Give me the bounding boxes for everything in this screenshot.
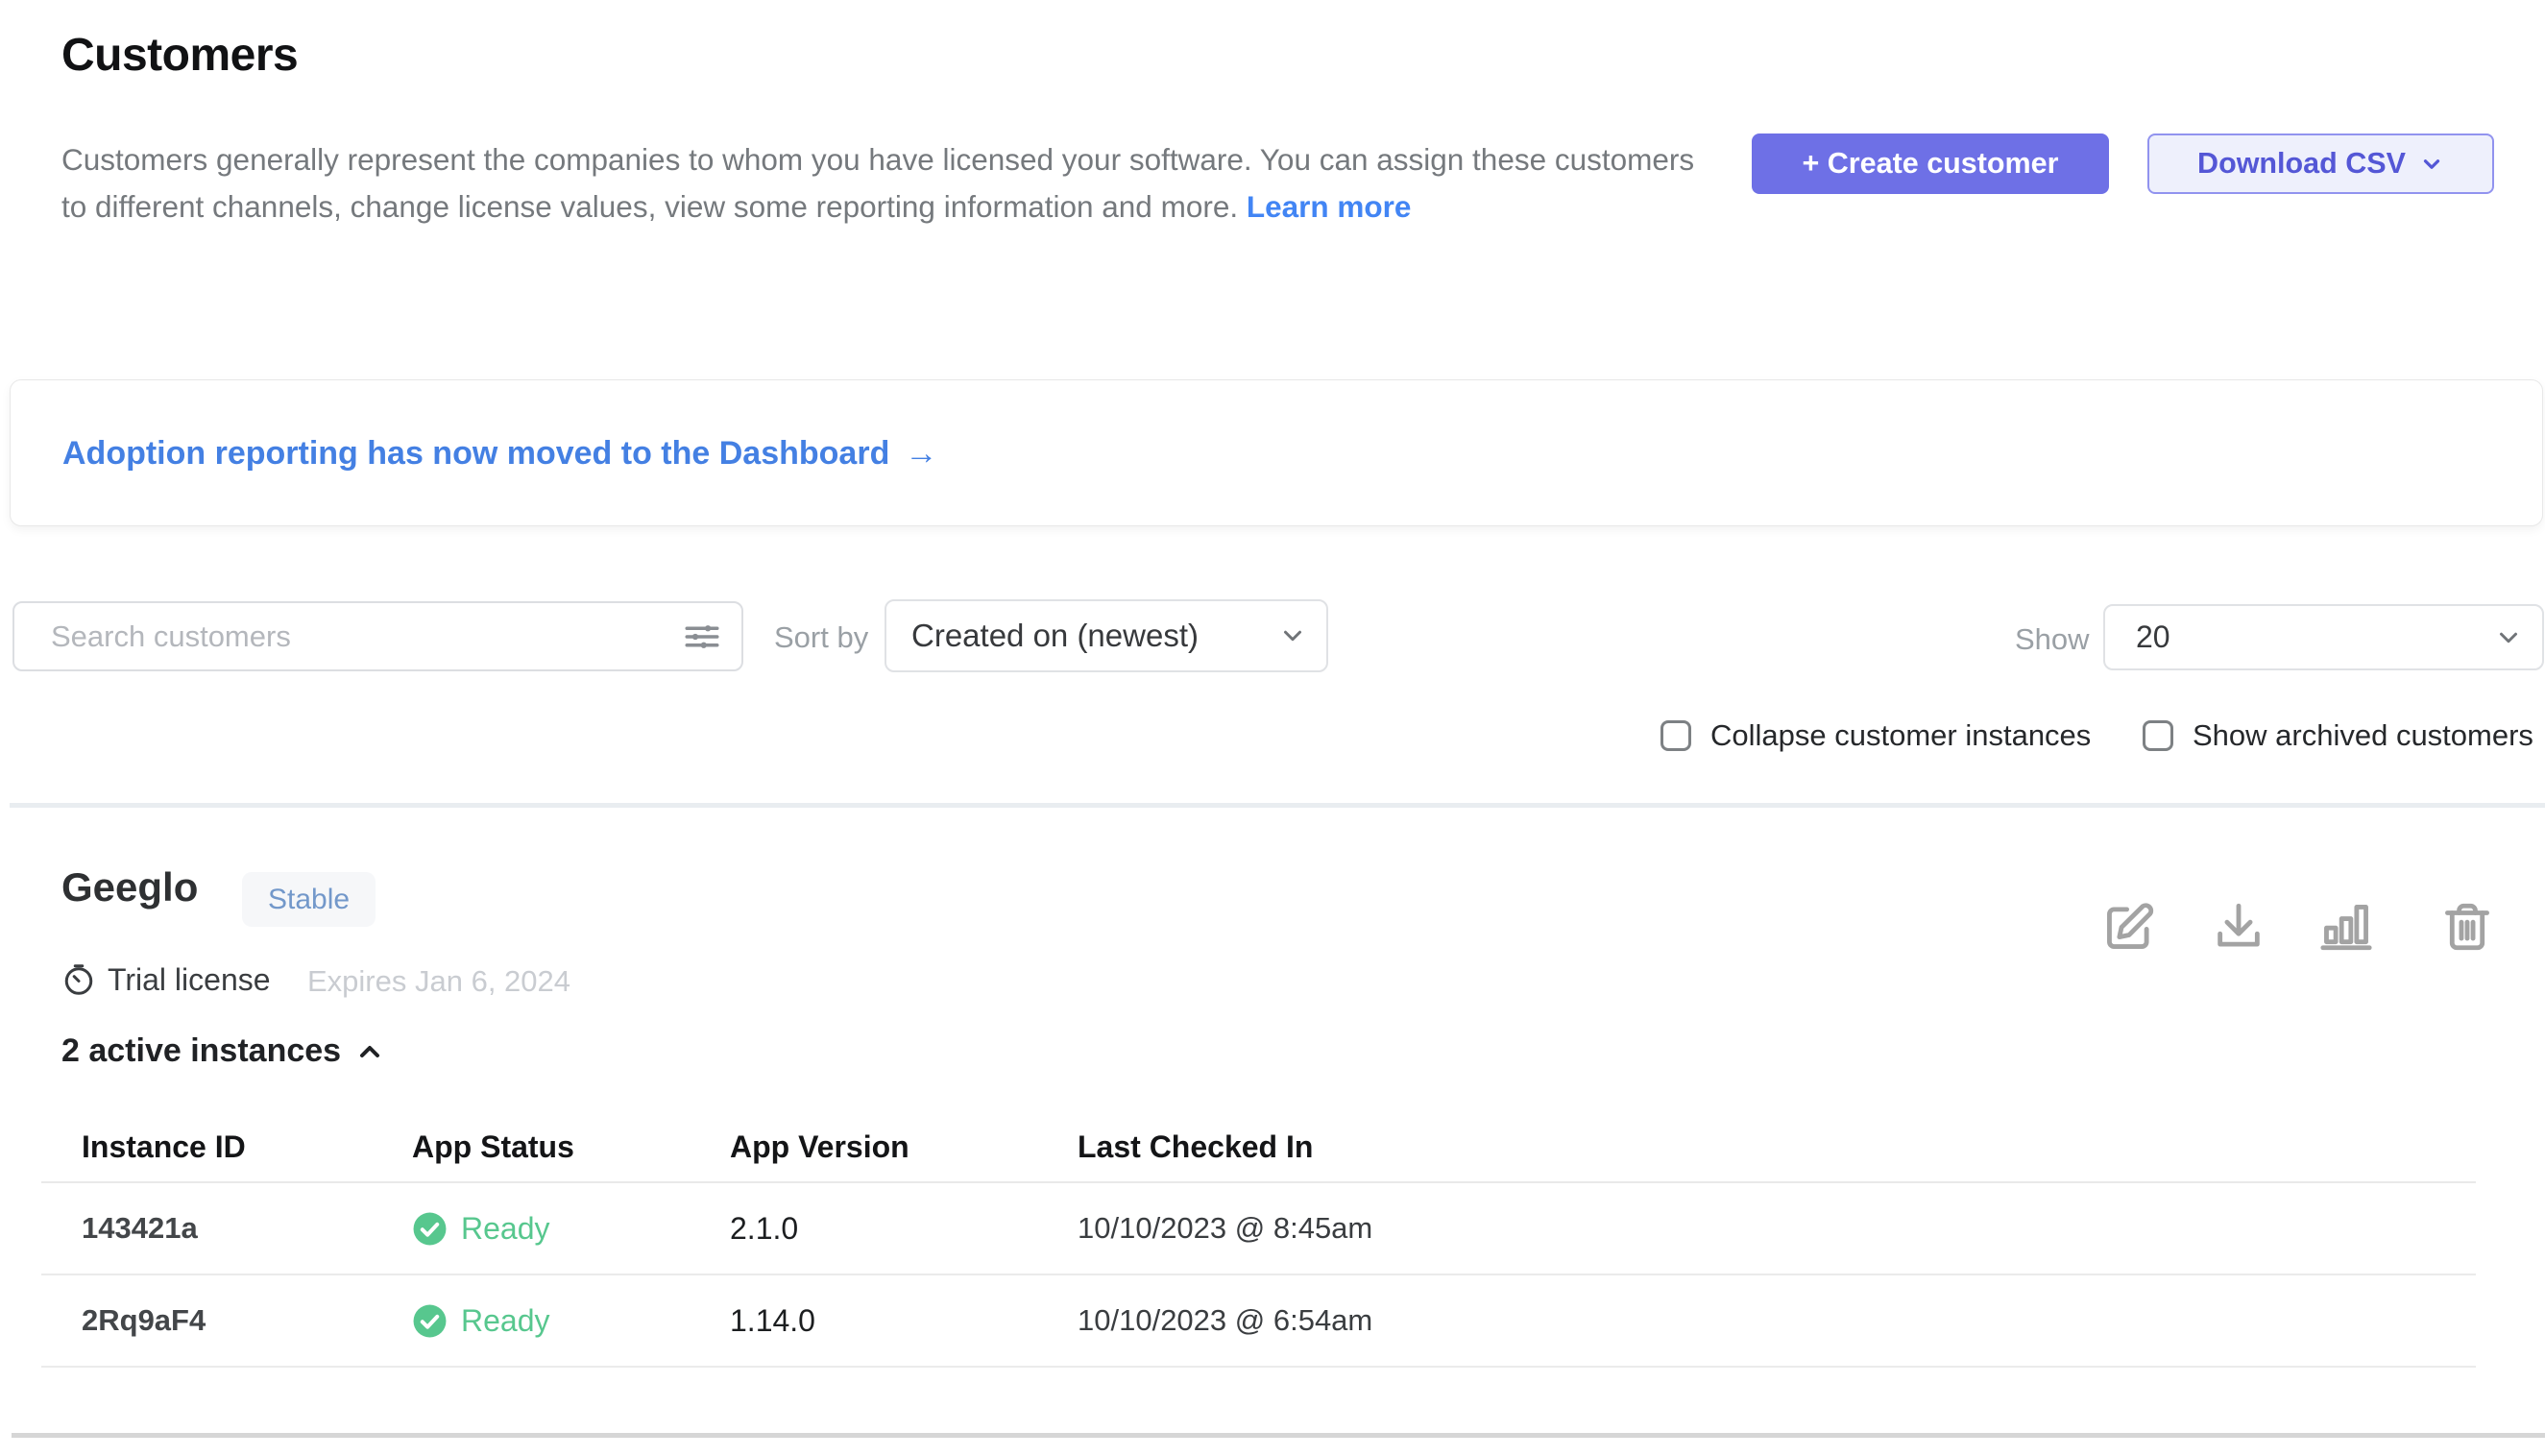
download-csv-label: Download CSV — [2197, 147, 2406, 181]
app-status-text: Ready — [461, 1303, 550, 1339]
collapse-instances-label: Collapse customer instances — [1710, 718, 2091, 753]
chevron-down-icon — [1278, 621, 1307, 650]
edit-icon[interactable] — [2101, 899, 2157, 955]
customer-name[interactable]: Geeglo — [61, 864, 198, 910]
sort-by-select[interactable]: Created on (newest) — [885, 599, 1328, 672]
chevron-down-icon — [2419, 152, 2444, 177]
page-description-text: Customers generally represent the compan… — [61, 142, 1694, 224]
instances-table: Instance ID App Status App Version Last … — [41, 1112, 2476, 1368]
table-row[interactable]: 2Rq9aF4 Ready 1.14.0 10/10/2023 @ 6:54am — [41, 1275, 2476, 1368]
col-header-last-checked-in: Last Checked In — [1078, 1129, 2476, 1165]
create-customer-button[interactable]: + Create customer — [1752, 133, 2109, 194]
instances-table-body: 143421a Ready 2.1.0 10/10/2023 @ 8:45am … — [41, 1183, 2476, 1368]
app-version-cell: 1.14.0 — [730, 1303, 1078, 1339]
instances-table-header: Instance ID App Status App Version Last … — [41, 1112, 2476, 1183]
sort-by-value: Created on (newest) — [911, 618, 1199, 654]
license-type-label: Trial license — [108, 962, 271, 998]
channel-badge: Stable — [242, 872, 376, 927]
instance-id-cell: 143421a — [82, 1211, 412, 1246]
app-version-cell: 2.1.0 — [730, 1211, 1078, 1247]
download-icon[interactable] — [2211, 899, 2266, 955]
license-row: Trial license — [61, 960, 271, 999]
show-archived-checkbox[interactable] — [2143, 720, 2173, 751]
col-header-app-status: App Status — [412, 1129, 730, 1165]
check-circle-icon — [412, 1303, 448, 1339]
show-label: Show — [2015, 622, 2090, 657]
adoption-banner: Adoption reporting has now moved to the … — [10, 379, 2543, 526]
page-title: Customers — [61, 29, 298, 82]
sort-by-label: Sort by — [774, 620, 868, 655]
col-header-app-version: App Version — [730, 1129, 1078, 1165]
arrow-right-icon: → — [905, 435, 937, 473]
clock-icon — [61, 962, 96, 997]
app-status-cell: Ready — [412, 1211, 730, 1247]
instance-id-cell: 2Rq9aF4 — [82, 1303, 412, 1338]
trash-icon[interactable] — [2439, 899, 2495, 955]
active-instances-toggle[interactable]: 2 active instances — [61, 1032, 385, 1070]
adoption-banner-text: Adoption reporting has now moved to the … — [62, 435, 889, 473]
check-circle-icon — [412, 1211, 448, 1247]
table-row[interactable]: 143421a Ready 2.1.0 10/10/2023 @ 8:45am — [41, 1183, 2476, 1275]
active-instances-label: 2 active instances — [61, 1032, 341, 1070]
last-checked-in-cell: 10/10/2023 @ 8:45am — [1078, 1211, 2476, 1246]
adoption-banner-link[interactable]: Adoption reporting has now moved to the … — [62, 380, 937, 527]
app-status-cell: Ready — [412, 1303, 730, 1339]
search-customers-input[interactable] — [12, 601, 743, 671]
page-description: Customers generally represent the compan… — [61, 136, 1699, 231]
show-count-value: 20 — [2136, 619, 2170, 655]
collapse-instances-checkbox[interactable] — [1660, 720, 1691, 751]
bottom-divider — [12, 1433, 2545, 1438]
col-header-instance-id: Instance ID — [82, 1129, 412, 1165]
show-archived-label: Show archived customers — [2193, 718, 2533, 753]
download-csv-button[interactable]: Download CSV — [2147, 133, 2494, 194]
customers-page: Customers Customers generally represent … — [0, 0, 2545, 1456]
collapse-instances-option: Collapse customer instances — [1660, 717, 2091, 754]
license-expires-text: Expires Jan 6, 2024 — [307, 964, 570, 999]
chevron-down-icon — [2494, 623, 2523, 652]
app-status-text: Ready — [461, 1211, 550, 1247]
learn-more-link[interactable]: Learn more — [1247, 189, 1412, 224]
bar-chart-icon[interactable] — [2318, 899, 2374, 955]
last-checked-in-cell: 10/10/2023 @ 6:54am — [1078, 1303, 2476, 1338]
show-archived-option: Show archived customers — [2143, 717, 2533, 754]
chevron-up-icon — [354, 1036, 385, 1067]
filter-sliders-icon[interactable] — [682, 617, 722, 657]
search-customers-wrap — [12, 601, 743, 671]
section-divider — [10, 803, 2545, 808]
show-count-select[interactable]: 20 — [2103, 604, 2544, 670]
